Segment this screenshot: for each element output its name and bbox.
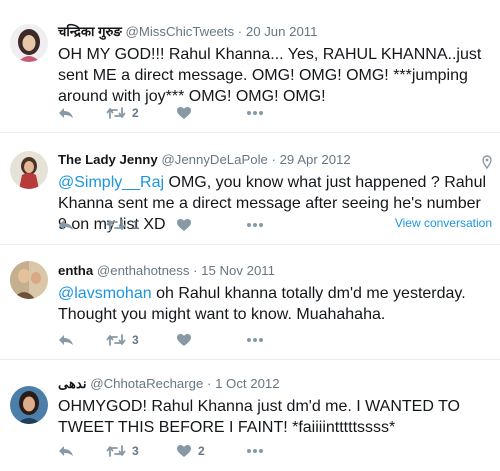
more-icon: [247, 223, 263, 227]
tweet-date[interactable]: 15 Nov 2011: [201, 263, 275, 278]
tweet-author-handle[interactable]: @JennyDeLaPole: [161, 152, 268, 167]
tweet-actions: 3: [58, 330, 264, 350]
like-button[interactable]: [176, 218, 246, 232]
header-separator: ·: [237, 24, 243, 39]
tweet-author-name[interactable]: चन्द्रिका गुरुङ: [58, 24, 122, 39]
tweet: The Lady Jenny @JennyDeLaPole · 29 Apr 2…: [0, 133, 500, 245]
mention-link[interactable]: @lavsmohan: [58, 285, 152, 302]
tweet-text: OHMYGOD! Rahul Khanna just dm'd me. I WA…: [58, 398, 460, 436]
retweet-count: 2: [132, 106, 139, 120]
tweet-actions: 2: [58, 103, 264, 123]
more-button[interactable]: [246, 222, 264, 228]
tweet-author-handle[interactable]: @MissChicTweets: [125, 24, 234, 39]
heart-icon: [177, 219, 191, 231]
retweet-icon: [106, 219, 126, 231]
reply-icon: [59, 335, 73, 345]
location-pin-icon[interactable]: [482, 155, 492, 174]
tweet-text: OH MY GOD!!! Rahul Khanna... Yes, RAHUL …: [58, 46, 482, 105]
retweet-button[interactable]: 2: [106, 106, 176, 120]
tweet-date[interactable]: 1 Oct 2012: [215, 376, 280, 391]
tweet-actions: 3 2: [58, 441, 264, 461]
tweet-date[interactable]: 20 Jun 2011: [246, 24, 318, 39]
tweet-author-handle[interactable]: @enthahotness: [97, 263, 190, 278]
heart-icon: [177, 107, 191, 119]
reply-icon: [59, 446, 73, 456]
avatar[interactable]: [10, 151, 48, 189]
retweet-icon: [106, 107, 126, 119]
more-button[interactable]: [246, 337, 264, 343]
header-separator: ·: [206, 376, 212, 391]
retweet-button[interactable]: 1: [106, 218, 176, 232]
tweet-author-name[interactable]: The Lady Jenny: [58, 152, 158, 167]
tweet: entha @enthahotness · 15 Nov 2011 @lavsm…: [0, 245, 500, 360]
retweet-button[interactable]: 3: [106, 333, 176, 347]
heart-icon: [177, 445, 191, 457]
like-button[interactable]: 2: [176, 444, 246, 458]
avatar[interactable]: [10, 386, 48, 424]
tweet-author-name[interactable]: ندهی: [58, 376, 87, 391]
like-button[interactable]: [176, 333, 246, 347]
more-icon: [247, 338, 263, 342]
retweet-count: 3: [132, 333, 139, 347]
retweet-count: 3: [132, 444, 139, 458]
header-separator: ·: [271, 152, 276, 167]
tweet-text: @lavsmohan oh Rahul khanna totally dm'd …: [58, 283, 490, 325]
reply-icon: [59, 108, 73, 118]
tweet: चन्द्रिका गुरुङ @MissChicTweets · 20 Jun…: [0, 0, 500, 133]
reply-button[interactable]: [58, 333, 106, 347]
retweet-icon: [106, 445, 126, 457]
heart-icon: [177, 334, 191, 346]
tweet-author-handle[interactable]: @ChhotaRecharge: [90, 376, 203, 391]
retweet-icon: [106, 334, 126, 346]
reply-button[interactable]: [58, 106, 106, 120]
reply-icon: [59, 220, 73, 230]
tweet-date[interactable]: 29 Apr 2012: [280, 152, 351, 167]
tweet-actions: 1: [58, 215, 264, 235]
like-button[interactable]: [176, 106, 246, 120]
retweet-count: 1: [132, 218, 139, 232]
avatar[interactable]: [10, 261, 48, 299]
avatar[interactable]: [10, 24, 48, 62]
more-icon: [247, 449, 263, 453]
view-conversation-link[interactable]: View conversation: [395, 216, 492, 230]
like-count: 2: [198, 444, 205, 458]
mention-link[interactable]: @Simply__Raj: [58, 174, 164, 191]
more-button[interactable]: [246, 448, 264, 454]
header-separator: ·: [193, 263, 198, 278]
tweet-author-name[interactable]: entha: [58, 263, 93, 278]
reply-button[interactable]: [58, 444, 106, 458]
more-icon: [247, 111, 263, 115]
reply-button[interactable]: [58, 218, 106, 232]
tweet: ندهی @ChhotaRecharge · 1 Oct 2012 OHMYGO…: [0, 360, 500, 471]
more-button[interactable]: [246, 110, 264, 116]
retweet-button[interactable]: 3: [106, 444, 176, 458]
